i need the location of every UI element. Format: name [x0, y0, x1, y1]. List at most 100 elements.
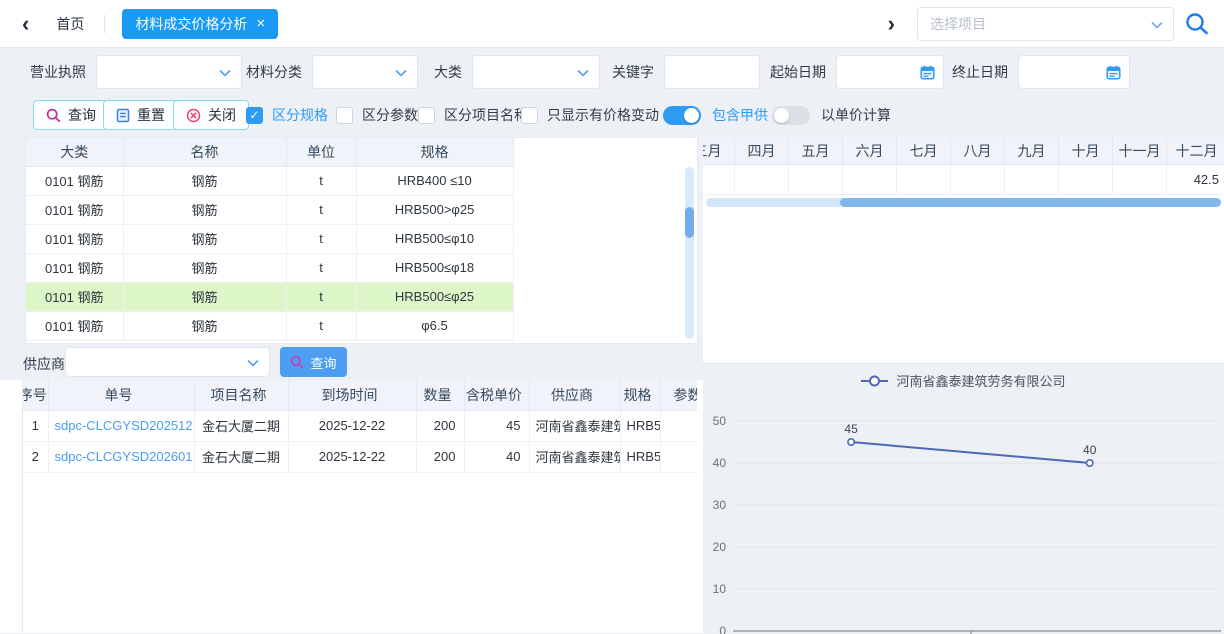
cell-spec: HRB500≤φ18 — [356, 253, 513, 282]
toggle-switch[interactable] — [772, 106, 810, 125]
cell-category: 0101 钢筋 — [26, 224, 123, 253]
cell-category: 0101 钢筋 — [26, 253, 123, 282]
tab-divider — [104, 15, 105, 33]
close-circle-icon — [186, 108, 201, 123]
materials-table: 大类名称单位规格 0101 钢筋 钢筋 t HRB400 ≤10 0101 钢筋… — [26, 138, 514, 341]
checkbox-icon[interactable]: ✓ — [418, 107, 435, 124]
orders-column-header: 序号 — [23, 380, 48, 410]
toggle-switch[interactable] — [663, 106, 701, 125]
checkbox-icon[interactable]: ✓ — [521, 107, 538, 124]
materials-table-row[interactable]: 0101 钢筋 钢筋 t HRB500≤φ18 — [26, 253, 513, 282]
top-bar: ‹ 首页 材料成交价格分析 × › 选择项目 — [0, 0, 1224, 48]
back-icon[interactable]: ‹ — [22, 13, 29, 35]
cell-price: 45 — [464, 410, 529, 441]
close-button[interactable]: 关闭 — [173, 100, 249, 130]
orders-table-clip: 序号单号项目名称到场时间数量含税单价供应商规格参数 1 sdpc-CLCGYSD… — [22, 380, 697, 633]
order-number-link[interactable]: sdpc-CLCGYSD202512 — [48, 410, 194, 441]
end-date-input[interactable] — [1018, 55, 1130, 89]
month-price-cell — [843, 165, 897, 194]
month-price-cell — [735, 165, 789, 194]
price-trend-chart-panel: 河南省鑫泰建筑劳务有限公司 504030201004540 — [703, 363, 1224, 633]
svg-text:30: 30 — [713, 498, 727, 512]
svg-text:45: 45 — [844, 422, 858, 436]
calendar-icon — [1106, 65, 1121, 80]
cell-unit: t — [286, 311, 356, 340]
toggle-knob — [684, 108, 699, 123]
material-category-select[interactable] — [312, 55, 418, 89]
orders-table-panel: 序号单号项目名称到场时间数量含税单价供应商规格参数 1 sdpc-CLCGYSD… — [0, 380, 703, 633]
project-select[interactable]: 选择项目 — [917, 7, 1174, 41]
orders-column-header: 参数 — [660, 380, 697, 410]
cell-project: 金石大厦二期 — [194, 410, 288, 441]
orders-column-header: 单号 — [48, 380, 194, 410]
chevron-down-icon — [247, 359, 259, 367]
cell-unit: t — [286, 166, 356, 195]
checkbox-icon[interactable]: ✓ — [246, 107, 263, 124]
materials-column-header: 大类 — [26, 138, 123, 166]
materials-column-header: 名称 — [123, 138, 286, 166]
month-price-cell: 42.5 — [1167, 165, 1224, 194]
supplier-query-button[interactable]: 查询 — [280, 347, 347, 377]
start-date-input[interactable] — [836, 55, 944, 89]
materials-table-row[interactable]: 0101 钢筋 钢筋 t HRB500≤φ10 — [26, 224, 513, 253]
vertical-scrollbar[interactable] — [685, 167, 694, 339]
orders-column-header: 数量 — [416, 380, 464, 410]
horizontal-scrollbar[interactable] — [706, 198, 1221, 207]
cell-unit: t — [286, 224, 356, 253]
cell-name: 钢筋 — [123, 253, 286, 282]
materials-table-row[interactable]: 0101 钢筋 钢筋 t HRB400 ≤10 — [26, 166, 513, 195]
materials-table-row[interactable]: 0101 钢筋 钢筋 t HRB500>φ25 — [26, 195, 513, 224]
month-column-header: 八月 — [951, 137, 1005, 164]
materials-column-header: 规格 — [356, 138, 513, 166]
orders-table-row[interactable]: 2 sdpc-CLCGYSD202601 金石大厦二期 2025-12-22 2… — [23, 441, 697, 472]
toggle-item[interactable]: 包含甲供 — [663, 105, 768, 125]
orders-table-row[interactable]: 1 sdpc-CLCGYSD202512 金石大厦二期 2025-12-22 2… — [23, 410, 697, 441]
supplier-select[interactable] — [65, 347, 270, 377]
query-button[interactable]: 查询 — [33, 100, 109, 130]
month-column-header: 十二月 — [1167, 137, 1224, 164]
orders-column-header: 规格 — [620, 380, 660, 410]
order-number-link[interactable]: sdpc-CLCGYSD202601 — [48, 441, 194, 472]
toggle-label: 以单价计算 — [821, 105, 891, 125]
close-tab-icon[interactable]: × — [256, 16, 265, 31]
cell-spec: HRB500≤φ25 — [620, 410, 660, 441]
cell-spec: φ6.5 — [356, 311, 513, 340]
major-class-label: 大类 — [434, 62, 462, 82]
tab-home[interactable]: 首页 — [56, 14, 84, 34]
orders-column-header: 项目名称 — [194, 380, 288, 410]
reset-button[interactable]: 重置 — [103, 100, 178, 130]
materials-table-row[interactable]: 0101 钢筋 钢筋 t HRB500≤φ25 — [26, 282, 513, 311]
major-class-select[interactable] — [472, 55, 600, 89]
keyword-label: 关键字 — [612, 62, 654, 82]
vertical-scrollbar-thumb[interactable] — [685, 207, 694, 238]
business-license-select[interactable] — [96, 55, 242, 89]
checkbox-item[interactable]: ✓ 只显示有价格变动 — [521, 105, 659, 125]
toggle-item[interactable]: 以单价计算 — [772, 105, 891, 125]
tab-material-price-analysis[interactable]: 材料成交价格分析 × — [122, 9, 278, 39]
horizontal-scrollbar-thumb[interactable] — [840, 198, 1221, 207]
month-column-header: 三月 — [703, 137, 735, 164]
forward-icon[interactable]: › — [888, 13, 895, 35]
checkbox-item[interactable]: ✓ 区分规格 — [246, 105, 328, 125]
month-column-header: 九月 — [1005, 137, 1059, 164]
checkbox-item[interactable]: ✓ 区分参数 — [336, 105, 418, 125]
cell-supplier: 河南省鑫泰建筑劳务有限公司 — [529, 441, 620, 472]
checkbox-icon[interactable]: ✓ — [336, 107, 353, 124]
filter-business-license: 营业执照 — [30, 55, 242, 89]
supplier-query-label: 查询 — [310, 353, 336, 372]
month-price-cell — [703, 165, 735, 194]
cell-name: 钢筋 — [123, 311, 286, 340]
cell-category: 0101 钢筋 — [26, 311, 123, 340]
toggle-label: 包含甲供 — [712, 105, 768, 125]
materials-table-row[interactable]: 0101 钢筋 钢筋 t φ6.5 — [26, 311, 513, 340]
business-license-label: 营业执照 — [30, 62, 86, 82]
svg-text:10: 10 — [713, 582, 727, 596]
month-column-header: 五月 — [789, 137, 843, 164]
cell-price: 40 — [464, 441, 529, 472]
materials-column-header: 单位 — [286, 138, 356, 166]
search-icon[interactable] — [1184, 11, 1210, 37]
checkbox-item[interactable]: ✓ 区分项目名称 — [418, 105, 528, 125]
keyword-input[interactable] — [664, 55, 760, 89]
cell-quantity: 200 — [416, 441, 464, 472]
month-price-cell — [1059, 165, 1113, 194]
